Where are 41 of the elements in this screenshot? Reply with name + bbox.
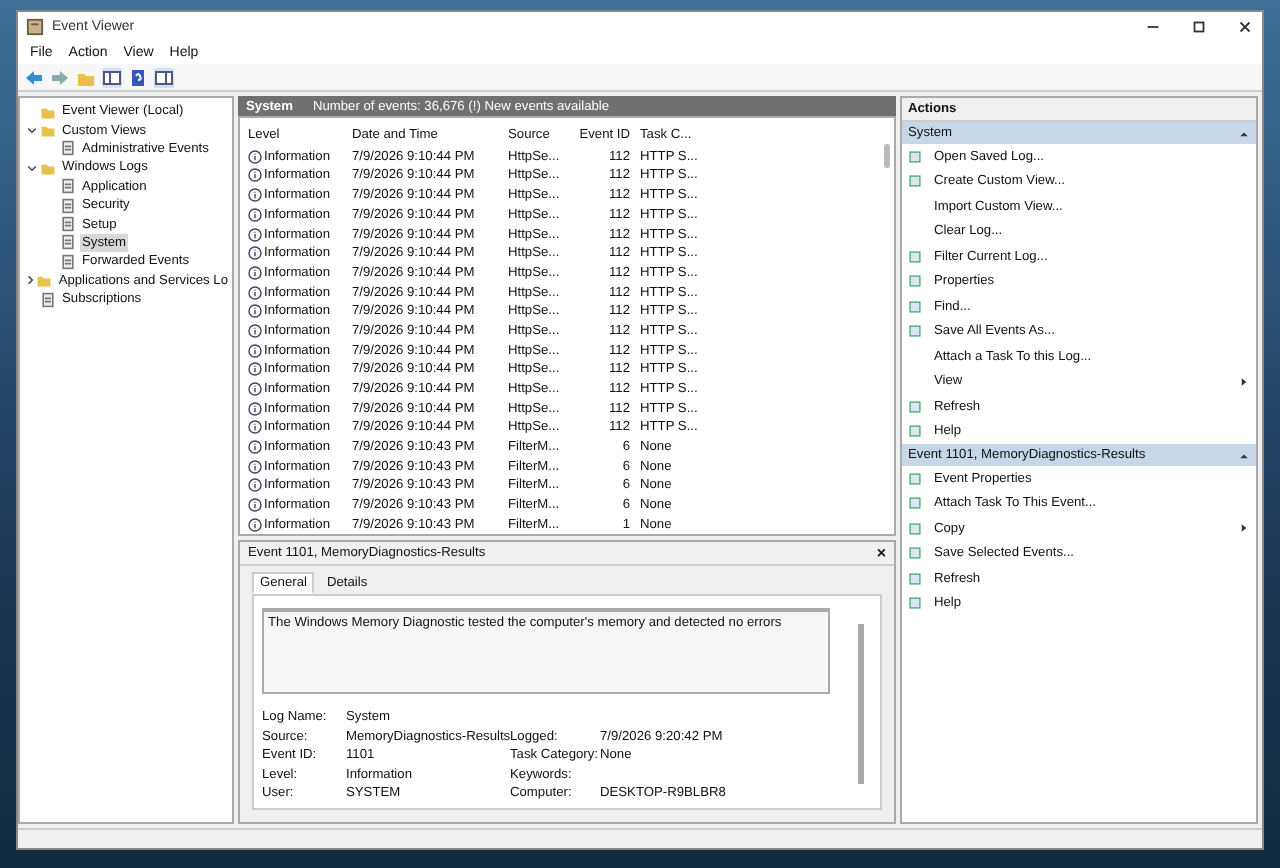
log-icon (40, 291, 56, 308)
chevron-icon[interactable] (23, 274, 36, 287)
maximize-icon[interactable] (1190, 18, 1208, 36)
info-icon (248, 285, 262, 300)
info-icon (248, 517, 262, 532)
log-icon (60, 140, 76, 157)
info-icon (248, 478, 262, 493)
info-icon (248, 440, 262, 455)
info-icon (248, 246, 262, 261)
submenu-arrow-icon (1238, 375, 1250, 388)
folder-icon (40, 159, 56, 176)
panel-icon[interactable] (154, 67, 174, 87)
info-icon (248, 498, 262, 513)
scrollbar[interactable] (884, 144, 890, 169)
close-icon[interactable] (1236, 18, 1254, 36)
info-icon (248, 459, 262, 474)
scrollbar[interactable] (858, 624, 864, 785)
info-icon (248, 168, 262, 183)
info-icon (248, 382, 262, 397)
close-button[interactable]: × (876, 544, 886, 563)
app-icon (26, 18, 44, 36)
info-icon (248, 265, 262, 280)
collapse-icon[interactable] (1238, 127, 1250, 139)
help-icon[interactable] (128, 67, 148, 87)
info-icon (248, 343, 262, 358)
chevron-icon[interactable] (25, 161, 37, 174)
info-icon (248, 420, 262, 435)
info-icon (248, 227, 262, 242)
info-icon (248, 362, 262, 377)
chevron-icon[interactable] (25, 124, 37, 137)
submenu-arrow-icon (1238, 522, 1250, 535)
collapse-icon[interactable] (1238, 449, 1250, 461)
folder-icon (36, 272, 53, 289)
info-icon (248, 401, 262, 416)
info-icon (248, 304, 262, 319)
info-icon (248, 188, 262, 203)
info-icon (248, 149, 262, 164)
info-icon (248, 207, 262, 222)
panel-icon[interactable] (102, 67, 122, 87)
back-icon[interactable] (24, 67, 44, 87)
info-icon (248, 323, 262, 338)
